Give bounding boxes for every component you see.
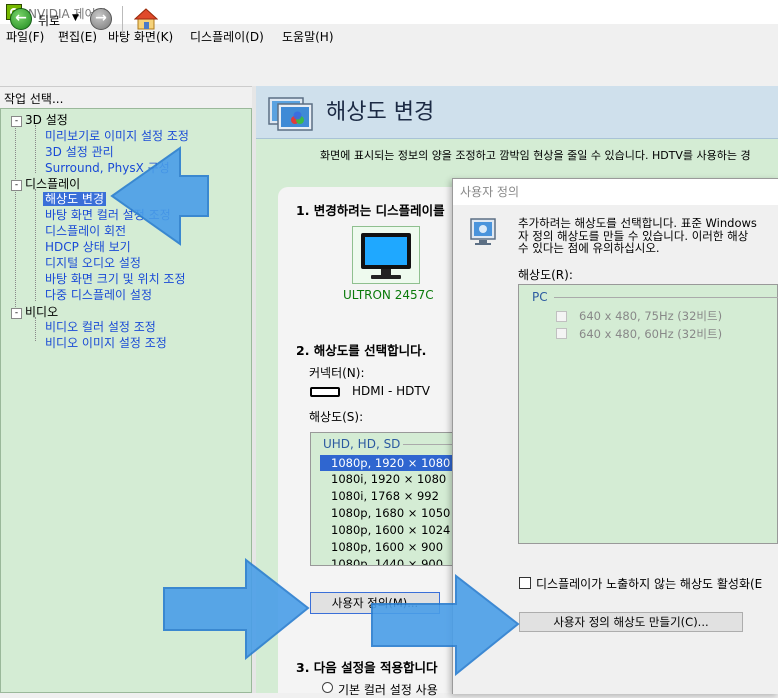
create-custom-resolution-button[interactable]: 사용자 정의 해상도 만들기(C)... (519, 612, 743, 632)
menu-desktop[interactable]: 바탕 화면(K) (108, 28, 173, 45)
dialog-description-line: 추가하려는 해상도를 선택합니다. 표준 Windows (518, 216, 757, 230)
back-arrow-icon: ← (15, 10, 27, 26)
monitor-icon (361, 233, 411, 279)
resolution-checkbox[interactable] (556, 328, 567, 339)
menu-bar: 파일(F) 편집(E) 바탕 화면(K) 디스플레이(D) 도움말(H) (0, 24, 778, 46)
dialog-resolution-label: 해상도(R): (518, 268, 573, 282)
resolution-item[interactable]: 1080p, 1600 × 1024 (331, 523, 450, 537)
enable-unexposed-resolutions-label: 디스플레이가 노출하지 않는 해상도 활성화(E (536, 577, 763, 591)
resolution-label: 해상도(S): (309, 410, 364, 424)
forward-button[interactable]: → (90, 8, 112, 30)
tree-group-label: 3D 설정 (25, 113, 68, 127)
dialog-group-label: PC (532, 290, 548, 304)
window-titlebar (0, 0, 778, 24)
toolbar (0, 46, 778, 87)
tree-guide-line (15, 125, 16, 311)
dialog-resolution-item[interactable]: 640 x 480, 60Hz (32비트) (579, 326, 722, 342)
menu-edit[interactable]: 편집(E) (58, 28, 97, 45)
resolution-item[interactable]: 1080p, 1920 × 1080 (기 (320, 455, 454, 471)
forward-arrow-icon: → (95, 10, 107, 26)
back-history-dropdown-icon[interactable]: ▼ (72, 13, 79, 23)
annotation-arrow-icon (371, 574, 520, 676)
tree-guide-line (35, 317, 36, 341)
collapse-toggle-icon[interactable]: - (11, 180, 22, 191)
tree-item-video-image[interactable]: 비디오 이미지 설정 조정 (45, 334, 167, 351)
collapse-toggle-icon[interactable]: - (11, 308, 22, 319)
back-button[interactable]: ← (10, 8, 32, 30)
menu-help[interactable]: 도움말(H) (282, 28, 334, 45)
resolution-item[interactable]: 1080i, 1920 × 1080 (331, 472, 446, 486)
tree-group-label: 비디오 (25, 305, 59, 319)
tree-item-image-settings-preview[interactable]: 미리보기로 이미지 설정 조정 (45, 127, 189, 144)
dialog-resolution-item[interactable]: 640 x 480, 75Hz (32비트) (579, 308, 722, 324)
hdmi-icon (310, 387, 340, 397)
collapse-toggle-icon[interactable]: - (11, 116, 22, 127)
tree-group-label: 디스플레이 (25, 177, 81, 191)
monitor-name: ULTRON 2457C (343, 288, 434, 302)
default-color-radio[interactable] (322, 682, 333, 693)
step1-heading: 1. 변경하려는 디스플레이를 (296, 203, 445, 218)
step2-heading: 2. 해상도를 선택합니다. (296, 343, 427, 358)
resolution-group-label: UHD, HD, SD (323, 437, 401, 451)
task-pane-label: 작업 선택... (4, 92, 64, 106)
connector-label: 커넥터(N): (309, 366, 365, 380)
dialog-description-line: 수 있다는 점에 유의하십시오. (518, 241, 660, 255)
resolution-item[interactable]: 1080p, 1440 × 900 (331, 557, 443, 565)
connector-value: HDMI - HDTV (352, 384, 430, 398)
dialog-title: 사용자 정의 (460, 185, 520, 199)
monitor-tile[interactable] (352, 226, 420, 284)
annotation-arrow-icon (163, 558, 310, 660)
dialog-description: 추가하려는 해상도를 선택합니다. 표준 Windows 자 정의 해상도를 만… (518, 217, 757, 255)
tree-item-change-resolution[interactable]: 해상도 변경 (43, 190, 107, 207)
tree-item-digital-audio[interactable]: 디지털 오디오 설정 (45, 254, 141, 271)
tree-guide-line (35, 125, 36, 173)
tree-item-desktop-size-position[interactable]: 바탕 화면 크기 및 위치 조정 (45, 270, 186, 287)
enable-unexposed-resolutions-checkbox[interactable] (519, 577, 531, 589)
resolution-item[interactable]: 1080i, 1768 × 992 (331, 489, 439, 503)
resolution-item[interactable]: 1080p, 1680 × 1050 (331, 506, 450, 520)
tree-item-manage-3d-settings[interactable]: 3D 설정 관리 (45, 143, 114, 160)
toolbar-separator (122, 6, 123, 34)
display-resolution-icon (268, 97, 313, 131)
menu-display[interactable]: 디스플레이(D) (190, 28, 264, 45)
resolution-list[interactable]: UHD, HD, SD 1080p, 1920 × 1080 (기 1080i,… (310, 432, 455, 566)
home-icon[interactable] (134, 8, 158, 30)
default-color-radio-label: 기본 컬러 설정 사용 (338, 683, 438, 697)
back-label[interactable]: 뒤로 (38, 12, 60, 29)
dialog-monitor-icon (470, 218, 496, 245)
group-divider (554, 297, 778, 298)
resolution-checkbox[interactable] (556, 311, 567, 322)
menu-file[interactable]: 파일(F) (6, 28, 44, 45)
page-title: 해상도 변경 (326, 100, 435, 125)
group-divider (403, 444, 454, 445)
page-description: 화면에 표시되는 정보의 양을 조정하고 깜박임 현상을 줄일 수 있습니다. … (320, 149, 751, 162)
annotation-arrow-icon (110, 146, 209, 246)
tree-group-3d[interactable]: -3D 설정 (11, 111, 68, 128)
resolution-item[interactable]: 1080p, 1600 × 900 (331, 540, 443, 554)
tree-item-multiple-displays[interactable]: 다중 디스플레이 설정 (45, 286, 152, 303)
tree-guide-line (35, 189, 36, 301)
tree-item-label: 해상도 변경 (43, 192, 107, 206)
tree-item-video-color[interactable]: 비디오 컬러 설정 조정 (45, 318, 156, 335)
